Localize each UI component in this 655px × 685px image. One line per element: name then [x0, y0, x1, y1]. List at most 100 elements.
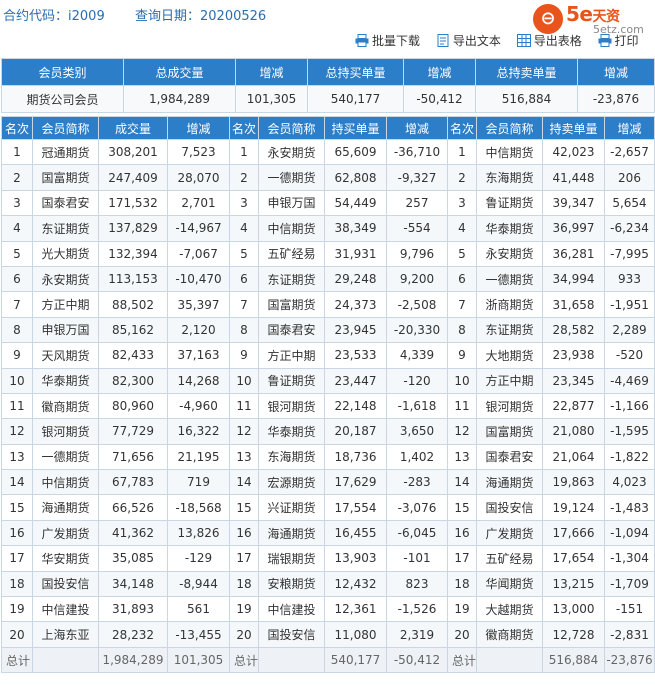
ranking-header-rank: 名次 — [447, 116, 477, 140]
table-row: 16 广发期货 41,362 13,826 16 海通期货 16,455 -6,045 16 广发… — [1, 519, 655, 547]
cell-long-position: 16,455 — [324, 519, 387, 547]
cell-rank: 18 — [1, 570, 33, 598]
cell-rank: 19 — [229, 596, 259, 623]
summary-table: 会员类别 总成交量 增减 总持买单量 增减 总持卖单量 增减 期货公司会员 1,… — [1, 58, 655, 113]
cell-member-name: 方正中期 — [476, 367, 543, 394]
cell-rank: 19 — [1, 596, 33, 623]
cell-long-change: -120 — [386, 367, 448, 394]
cell-long-change: 4,339 — [386, 342, 448, 369]
cell-member-name: 兴证期货 — [258, 494, 325, 521]
total-rank: 总计 — [229, 646, 259, 674]
table-row: 15 海通期货 66,526 -18,568 15 兴证期货 17,554 -3,076 15 国… — [1, 494, 655, 521]
cell-short-position: 36,997 — [542, 215, 605, 242]
cell-short-change: -1,304 — [604, 545, 655, 572]
cell-short-change: 4,023 — [604, 469, 655, 496]
cell-short-change: -1,595 — [604, 418, 655, 445]
cell-rank: 18 — [447, 570, 477, 598]
cell-rank: 1 — [229, 138, 259, 166]
cell-member-name: 宏源期货 — [258, 469, 325, 496]
cell-member-name: 一德期货 — [476, 265, 543, 293]
toolbar: 批量下载 导出文本 导出表格 打印 — [355, 32, 651, 49]
cell-short-position: 21,064 — [542, 443, 605, 471]
export-table-button[interactable]: 导出表格 — [516, 32, 582, 49]
cell-long-position: 20,187 — [324, 418, 387, 445]
table-row: 14 中信期货 67,783 719 14 宏源期货 17,629 -283 14 海通期货 19,… — [1, 469, 655, 496]
print-button[interactable]: 打印 — [598, 32, 639, 49]
cell-rank: 10 — [447, 367, 477, 394]
summary-total-short: 516,884 — [475, 85, 578, 113]
cell-member-name: 银河期货 — [32, 418, 99, 445]
cell-rank: 3 — [447, 189, 477, 217]
cell-long-change: -1,618 — [386, 392, 448, 420]
cell-long-position: 12,432 — [324, 570, 387, 598]
cell-member-name: 广发期货 — [476, 519, 543, 547]
cell-member-name: 鲁证期货 — [476, 189, 543, 217]
total-rank: 总计 — [447, 646, 477, 674]
cell-long-change: -3,076 — [386, 494, 448, 521]
cell-member-name: 海通期货 — [476, 469, 543, 496]
cell-rank: 17 — [447, 545, 477, 572]
cell-rank: 19 — [447, 596, 477, 623]
cell-volume: 247,409 — [98, 164, 168, 191]
cell-volume-change: 28,070 — [167, 164, 230, 191]
summary-header-total-volume: 总成交量 — [123, 58, 236, 86]
cell-long-position: 18,736 — [324, 443, 387, 471]
cell-volume: 71,656 — [98, 443, 168, 471]
cell-long-change: 9,796 — [386, 240, 448, 267]
cell-rank: 3 — [229, 189, 259, 217]
site-logo[interactable]: ⊖ 5e天资 5etz.com — [533, 2, 651, 36]
print-label: 打印 — [614, 34, 639, 48]
cell-member-name: 徽商期货 — [32, 392, 99, 420]
cell-volume-change: 2,701 — [167, 189, 230, 217]
cell-rank: 20 — [1, 621, 33, 648]
cell-rank: 17 — [1, 545, 33, 572]
cell-rank: 13 — [447, 443, 477, 471]
total-member-name — [476, 646, 543, 674]
cell-short-change: -7,995 — [604, 240, 655, 267]
cell-rank: 14 — [447, 469, 477, 496]
cell-rank: 14 — [1, 469, 33, 496]
cell-short-position: 34,994 — [542, 265, 605, 293]
cell-rank: 18 — [229, 570, 259, 598]
cell-member-name: 鲁证期货 — [258, 367, 325, 394]
cell-long-change: -2,508 — [386, 291, 448, 318]
cell-rank: 12 — [1, 418, 33, 445]
cell-member-name: 上海东亚 — [32, 621, 99, 648]
cell-short-change: -151 — [604, 596, 655, 623]
cell-rank: 13 — [229, 443, 259, 471]
summary-header-total-short: 总持卖单量 — [475, 58, 578, 86]
cell-volume-change: 719 — [167, 469, 230, 496]
cell-long-position: 23,945 — [324, 316, 387, 344]
cell-rank: 2 — [447, 164, 477, 191]
cell-member-name: 瑞银期货 — [258, 545, 325, 572]
cell-rank: 15 — [229, 494, 259, 521]
export-text-button[interactable]: 导出文本 — [436, 32, 501, 49]
cell-member-name: 中信期货 — [32, 469, 99, 496]
cell-member-name: 银河期货 — [476, 392, 543, 420]
cell-volume: 77,729 — [98, 418, 168, 445]
table-row: 17 华安期货 35,085 -129 17 瑞银期货 13,903 -101 17 五矿经易 17… — [1, 545, 655, 572]
cell-volume-change: -7,067 — [167, 240, 230, 267]
cell-member-name: 五矿经易 — [258, 240, 325, 267]
table-row: 7 方正中期 88,502 35,397 7 国富期货 24,373 -2,508 7 浙商期货 3… — [1, 291, 655, 318]
total-rank: 总计 — [1, 646, 33, 674]
table-row: 8 申银万国 85,162 2,120 8 国泰君安 23,945 -20,330 8 东证期货 2… — [1, 316, 655, 344]
cell-rank: 20 — [447, 621, 477, 648]
cell-rank: 1 — [447, 138, 477, 166]
batch-download-button[interactable]: 批量下载 — [355, 32, 420, 49]
cell-member-name: 华闻期货 — [476, 570, 543, 598]
cell-short-position: 17,654 — [542, 545, 605, 572]
contract-code: i2009 — [68, 9, 105, 24]
ranking-header-long-position: 持买单量 — [324, 116, 387, 140]
print-icon — [598, 34, 612, 47]
cell-member-name: 海通期货 — [32, 494, 99, 521]
table-row: 13 一德期货 71,656 21,195 13 东海期货 18,736 1,402 13 国泰君… — [1, 443, 655, 471]
ranking-header-long-change: 增减 — [386, 116, 448, 140]
cell-long-position: 24,373 — [324, 291, 387, 318]
cell-member-name: 国投安信 — [258, 621, 325, 648]
cell-rank: 15 — [447, 494, 477, 521]
cell-volume: 88,502 — [98, 291, 168, 318]
ranking-header-volume-change: 增减 — [167, 116, 230, 140]
cell-long-position: 13,903 — [324, 545, 387, 572]
table-row: 10 华泰期货 82,300 14,268 10 鲁证期货 23,447 -120 10 方正中期… — [1, 367, 655, 394]
